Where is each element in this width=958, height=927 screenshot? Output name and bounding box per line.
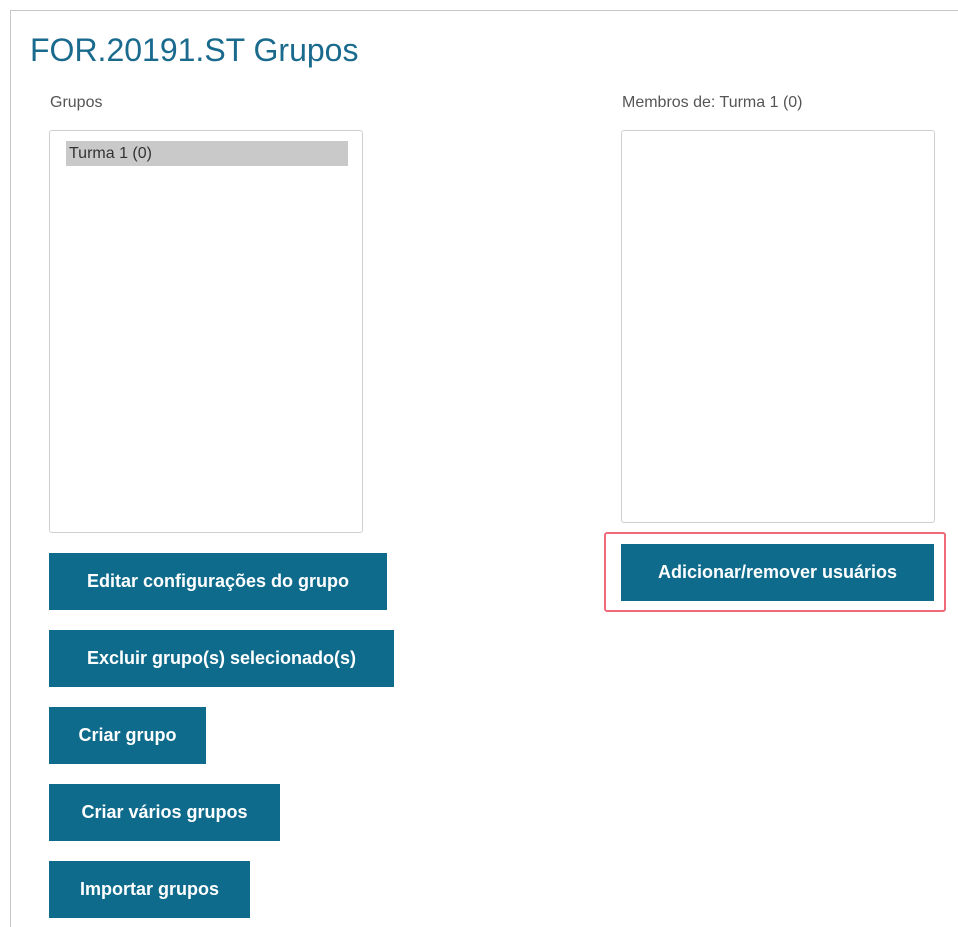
members-listbox[interactable] <box>621 130 935 523</box>
create-group-button[interactable]: Criar grupo <box>49 707 206 764</box>
delete-selected-groups-button[interactable]: Excluir grupo(s) selecionado(s) <box>49 630 394 687</box>
frame-border-left <box>10 10 11 927</box>
members-label: Membros de: Turma 1 (0) <box>622 94 803 111</box>
groups-listbox[interactable]: Turma 1 (0) <box>49 130 363 533</box>
groups-page: FOR.20191.ST Grupos Grupos Turma 1 (0) E… <box>0 0 958 927</box>
create-multiple-groups-button[interactable]: Criar vários grupos <box>49 784 280 841</box>
frame-border-top <box>10 10 958 11</box>
group-option-turma-1[interactable]: Turma 1 (0) <box>66 141 348 166</box>
groups-label: Grupos <box>50 94 103 111</box>
add-remove-users-button[interactable]: Adicionar/remover usuários <box>621 544 934 601</box>
page-title: FOR.20191.ST Grupos <box>30 32 359 68</box>
import-groups-button[interactable]: Importar grupos <box>49 861 250 918</box>
edit-group-settings-button[interactable]: Editar configurações do grupo <box>49 553 387 610</box>
